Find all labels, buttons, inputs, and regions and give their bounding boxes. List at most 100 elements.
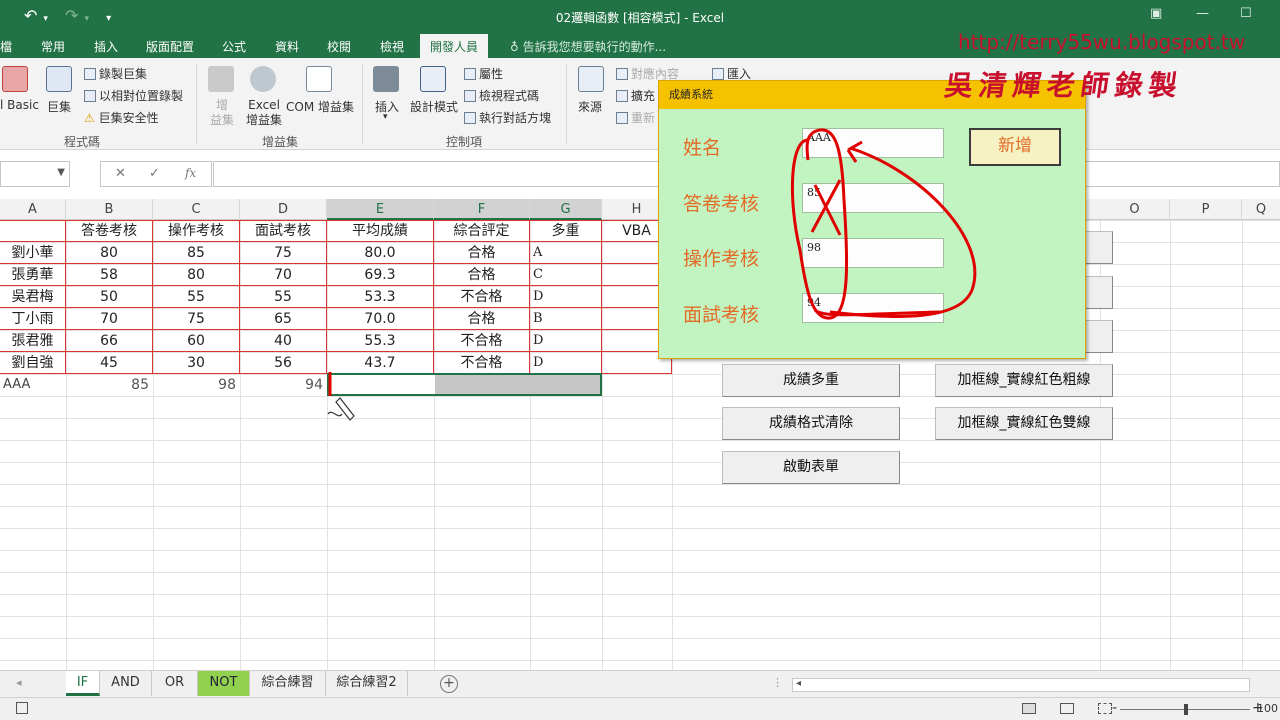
interview-cell[interactable]: 56 — [240, 352, 327, 374]
sheet-tab-if[interactable]: IF — [66, 671, 100, 696]
add-sheet-icon[interactable]: + — [440, 675, 458, 693]
visual-basic-icon[interactable] — [2, 66, 28, 92]
operation-input[interactable]: 98 — [802, 238, 944, 268]
table-header-cell[interactable]: 平均成績 — [327, 220, 434, 242]
column-header-p[interactable]: P — [1170, 199, 1242, 220]
name-cell[interactable]: 劉小華 — [0, 242, 66, 264]
name-box-dropdown-icon[interactable]: ▼ — [57, 167, 65, 178]
sheet-tab-exercise2[interactable]: 綜合練習2 — [326, 671, 408, 696]
com-addins-icon[interactable] — [306, 66, 332, 92]
exam-input[interactable]: 85 — [802, 183, 944, 213]
grade-system-form[interactable]: 成績系統 姓名 答卷考核 操作考核 面試考核 AAA 85 98 94 新增 — [658, 80, 1086, 359]
sheet-tab-not[interactable]: NOT — [198, 671, 250, 696]
column-header-q[interactable]: Q — [1242, 199, 1280, 220]
view-code-button[interactable]: 檢視程式碼 — [464, 87, 539, 104]
grade-cell[interactable]: D — [530, 330, 602, 352]
average-cell[interactable]: 55.3 — [327, 330, 434, 352]
column-header-o[interactable]: O — [1100, 199, 1170, 220]
average-cell[interactable]: 69.3 — [327, 264, 434, 286]
average-cell[interactable]: 70.0 — [327, 308, 434, 330]
name-cell[interactable]: 張君雅 — [0, 330, 66, 352]
evaluation-cell[interactable]: 合格 — [434, 308, 530, 330]
table-header-cell[interactable] — [0, 220, 66, 242]
tab-review[interactable]: 校閱 — [327, 38, 351, 55]
table-header-cell[interactable]: 多重 — [530, 220, 602, 242]
tab-insert[interactable]: 插入 — [94, 38, 118, 55]
ribbon-display-icon[interactable]: ▣ — [1150, 6, 1162, 21]
exam-cell[interactable]: 50 — [66, 286, 153, 308]
exam-cell[interactable]: 70 — [66, 308, 153, 330]
interview-cell[interactable]: 55 — [240, 286, 327, 308]
minimize-icon[interactable]: — — [1196, 6, 1209, 21]
macros-icon[interactable] — [46, 66, 72, 92]
evaluation-cell[interactable]: 不合格 — [434, 330, 530, 352]
tab-split-handle-icon[interactable]: ⋮ — [772, 676, 783, 689]
page-break-view-icon[interactable] — [1098, 703, 1112, 714]
selected-range[interactable] — [327, 373, 602, 396]
operation-cell[interactable]: 80 — [153, 264, 240, 286]
new-exam-cell[interactable]: 85 — [66, 374, 153, 396]
operation-cell[interactable]: 85 — [153, 242, 240, 264]
exam-cell[interactable]: 80 — [66, 242, 153, 264]
grade-cell[interactable]: B — [530, 308, 602, 330]
table-header-cell[interactable]: 面試考核 — [240, 220, 327, 242]
interview-cell[interactable]: 65 — [240, 308, 327, 330]
interview-cell[interactable]: 40 — [240, 330, 327, 352]
average-cell[interactable]: 80.0 — [327, 242, 434, 264]
tab-view[interactable]: 檢視 — [380, 38, 404, 55]
insert-dropdown-icon[interactable]: ▾ — [383, 112, 388, 122]
record-macro-button[interactable]: 錄製巨集 — [84, 65, 147, 82]
name-input[interactable]: AAA — [802, 128, 944, 158]
evaluation-cell[interactable]: 合格 — [434, 242, 530, 264]
scroll-left-icon[interactable]: ◂ — [796, 678, 801, 689]
expansion-packs-button[interactable]: 擴充 — [616, 87, 655, 104]
interview-cell[interactable]: 75 — [240, 242, 327, 264]
exam-cell[interactable]: 66 — [66, 330, 153, 352]
add-button[interactable]: 新增 — [969, 128, 1061, 166]
grade-multi-button[interactable]: 成績多重 — [722, 364, 900, 397]
table-header-cell[interactable]: 答卷考核 — [66, 220, 153, 242]
column-header-c[interactable]: C — [153, 199, 240, 220]
column-header-d[interactable]: D — [240, 199, 327, 220]
operation-cell[interactable]: 30 — [153, 352, 240, 374]
evaluation-cell[interactable]: 合格 — [434, 264, 530, 286]
new-interview-cell[interactable]: 94 — [240, 374, 327, 396]
table-header-cell[interactable]: 操作考核 — [153, 220, 240, 242]
grade-cell[interactable]: C — [530, 264, 602, 286]
table-header-cell[interactable]: 綜合評定 — [434, 220, 530, 242]
tab-formulas[interactable]: 公式 — [222, 38, 246, 55]
column-header-a[interactable]: A — [0, 199, 66, 220]
column-header-g[interactable]: G — [530, 199, 602, 220]
new-name-cell[interactable]: AAA — [0, 374, 66, 396]
run-dialog-button[interactable]: 執行對話方塊 — [464, 109, 551, 126]
column-header-b[interactable]: B — [66, 199, 153, 220]
tab-page-layout[interactable]: 版面配置 — [146, 38, 194, 55]
operation-cell[interactable]: 55 — [153, 286, 240, 308]
sheet-tab-and[interactable]: AND — [100, 671, 152, 696]
horizontal-scrollbar[interactable]: ◂ — [792, 678, 1250, 692]
design-mode-icon[interactable] — [420, 66, 446, 92]
insert-control-icon[interactable] — [373, 66, 399, 92]
normal-view-icon[interactable] — [1022, 703, 1036, 714]
com-addins-button[interactable]: COM 增益集 — [286, 98, 354, 115]
column-header-f[interactable]: F — [434, 199, 530, 220]
maximize-icon[interactable]: ☐ — [1240, 6, 1252, 21]
exam-cell[interactable]: 45 — [66, 352, 153, 374]
properties-button[interactable]: 屬性 — [464, 65, 503, 82]
tab-developer[interactable]: 開發人員 — [420, 34, 489, 58]
zoom-slider[interactable] — [1120, 704, 1250, 715]
grade-cell[interactable]: D — [530, 286, 602, 308]
evaluation-cell[interactable]: 不合格 — [434, 352, 530, 374]
worksheet-grid[interactable]: 答卷考核 操作考核 面試考核 平均成績 綜合評定 多重 VBA 劉小華 80 8… — [0, 220, 1280, 670]
sheet-tab-exercise[interactable]: 綜合練習 — [250, 671, 326, 696]
excel-addins-icon[interactable] — [250, 66, 276, 92]
relative-reference-button[interactable]: 以相對位置錄製 — [84, 87, 183, 104]
zoom-level[interactable]: 100 — [1257, 702, 1278, 715]
grade-cell[interactable]: D — [530, 352, 602, 374]
refresh-data-button[interactable]: 重新 — [616, 109, 655, 126]
name-cell[interactable]: 張勇華 — [0, 264, 66, 286]
macros-button[interactable]: 巨集 — [47, 98, 71, 115]
tab-data[interactable]: 資料 — [275, 38, 299, 55]
name-cell[interactable]: 吳君梅 — [0, 286, 66, 308]
xml-source-icon[interactable] — [578, 66, 604, 92]
